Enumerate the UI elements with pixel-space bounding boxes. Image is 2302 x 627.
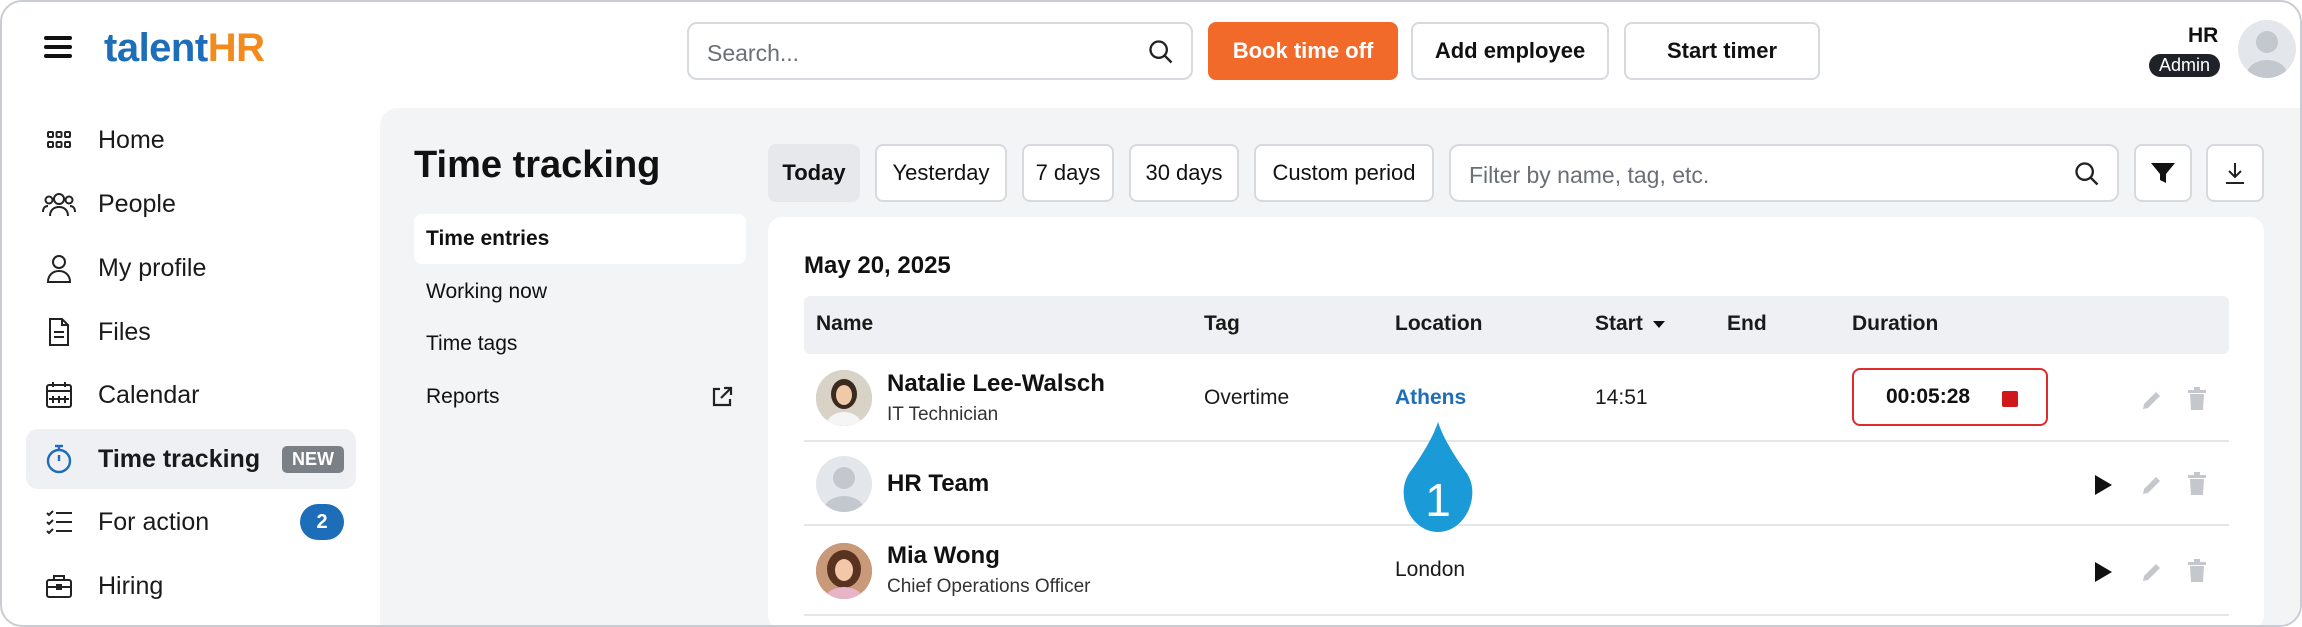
play-icon[interactable]	[2092, 473, 2114, 497]
sidebar-item-label: My profile	[98, 253, 207, 282]
tag-cell: Overtime	[1204, 386, 1290, 409]
sidebar-item-time-tracking[interactable]: Time tracking NEW	[26, 429, 356, 489]
app-window: talentHR Search... Book time off Add emp…	[0, 0, 2302, 627]
sidebar-item-my-profile[interactable]: My profile	[26, 238, 356, 298]
location-cell: London	[1395, 558, 1466, 581]
sidebar-item-label: Hiring	[98, 571, 164, 600]
period-yesterday[interactable]: Yesterday	[875, 144, 1007, 202]
start-cell: 14:51	[1595, 386, 1648, 409]
sidebar-item-people[interactable]: People	[26, 174, 356, 234]
column-end[interactable]: End	[1727, 312, 1767, 336]
sidebar-item-label: Files	[98, 317, 151, 346]
column-start[interactable]: Start	[1595, 312, 1667, 336]
running-timer[interactable]: 00:05:28	[1852, 368, 2048, 426]
employee-name[interactable]: Natalie Lee-Walsch	[887, 370, 1105, 398]
period-custom[interactable]: Custom period	[1254, 144, 1434, 202]
duration-value: 00:05:28	[1886, 385, 1971, 408]
callout-number: 1	[1425, 474, 1451, 526]
user-avatar[interactable]	[2238, 20, 2296, 78]
employee-role: Chief Operations Officer	[887, 576, 1091, 597]
avatar	[816, 456, 872, 512]
people-icon	[40, 190, 78, 218]
sidebar-item-label: Home	[98, 125, 165, 154]
checklist-icon	[40, 509, 78, 535]
search-input[interactable]: Search...	[687, 22, 1193, 80]
subnav-working-now[interactable]: Working now	[414, 267, 746, 317]
search-icon	[1149, 40, 1173, 64]
user-icon	[40, 253, 78, 283]
filter-input[interactable]: Filter by name, tag, etc.	[1449, 144, 2119, 202]
column-duration[interactable]: Duration	[1852, 312, 1938, 336]
period-today[interactable]: Today	[768, 144, 860, 202]
delete-icon[interactable]	[2186, 559, 2208, 583]
new-badge: NEW	[282, 446, 344, 473]
count-badge: 2	[300, 504, 344, 540]
employee-name[interactable]: HR Team	[887, 470, 989, 498]
search-icon	[2075, 162, 2099, 186]
period-7-days[interactable]: 7 days	[1022, 144, 1114, 202]
subnav-reports[interactable]: Reports	[414, 372, 746, 422]
role-badge: Admin	[2149, 54, 2221, 77]
add-employee-button[interactable]: Add employee	[1411, 22, 1609, 80]
sidebar-item-calendar[interactable]: Calendar	[26, 365, 356, 425]
book-time-off-button[interactable]: Book time off	[1208, 22, 1398, 80]
column-name[interactable]: Name	[816, 312, 873, 336]
delete-icon[interactable]	[2186, 387, 2208, 411]
sidebar-item-label: People	[98, 189, 176, 218]
table-row[interactable]: Mia Wong Chief Operations Officer London	[804, 528, 2229, 616]
stopwatch-icon	[40, 444, 78, 474]
start-timer-button[interactable]: Start timer	[1624, 22, 1820, 80]
user-initials: HR	[2188, 24, 2219, 47]
grid-icon	[40, 130, 78, 150]
edit-icon[interactable]	[2140, 388, 2164, 412]
download-button[interactable]	[2206, 144, 2264, 202]
date-heading: May 20, 2025	[804, 252, 951, 279]
period-30-days[interactable]: 30 days	[1129, 144, 1239, 202]
location-link[interactable]: Athens	[1395, 386, 1466, 410]
avatar	[816, 370, 872, 426]
sidebar-item-hiring[interactable]: Hiring	[26, 556, 356, 616]
table-header: Name Tag Location Start End Duration	[804, 296, 2229, 354]
column-tag[interactable]: Tag	[1204, 312, 1240, 336]
delete-icon[interactable]	[2186, 472, 2208, 496]
page-title: Time tracking	[414, 144, 661, 186]
subnav-time-entries[interactable]: Time entries	[414, 214, 746, 264]
logo[interactable]: talentHR	[104, 26, 265, 71]
employee-name[interactable]: Mia Wong	[887, 542, 1000, 570]
avatar	[816, 543, 872, 599]
sidebar-item-label: Calendar	[98, 380, 200, 409]
subnav-time-tags[interactable]: Time tags	[414, 319, 746, 369]
sidebar-item-label: For action	[98, 507, 210, 536]
column-location[interactable]: Location	[1395, 312, 1483, 336]
employee-role: IT Technician	[887, 404, 999, 425]
filter-button[interactable]	[2134, 144, 2192, 202]
sidebar-item-for-action[interactable]: For action 2	[26, 492, 356, 552]
subnav-label: Reports	[426, 385, 500, 408]
filter-placeholder: Filter by name, tag, etc.	[1469, 162, 1710, 188]
external-link-icon	[712, 386, 733, 407]
table-row[interactable]: Natalie Lee-Walsch IT Technician Overtim…	[804, 354, 2229, 442]
calendar-icon	[40, 381, 78, 409]
menu-icon[interactable]	[44, 36, 72, 58]
edit-icon[interactable]	[2140, 473, 2164, 497]
sort-desc-icon	[1652, 321, 1665, 328]
search-placeholder: Search...	[707, 40, 800, 66]
sidebar-item-label: Time tracking	[98, 444, 261, 473]
funnel-icon	[2151, 163, 2175, 183]
download-icon	[2226, 163, 2244, 184]
file-icon	[40, 317, 78, 347]
sidebar-item-files[interactable]: Files	[26, 302, 356, 362]
play-icon[interactable]	[2092, 560, 2114, 584]
table-row[interactable]: HR Team	[804, 444, 2229, 526]
edit-icon[interactable]	[2140, 560, 2164, 584]
briefcase-icon	[40, 573, 78, 599]
step-callout-marker: 1	[1398, 420, 1478, 543]
stop-icon[interactable]	[2002, 391, 2018, 407]
sidebar-item-home[interactable]: Home	[26, 110, 356, 170]
